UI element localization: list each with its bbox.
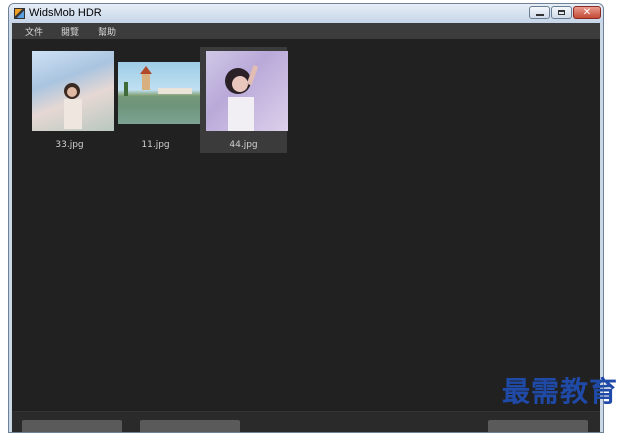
thumbnail-item[interactable]: 33.jpg	[26, 47, 114, 153]
toolbar-button[interactable]	[22, 420, 122, 432]
app-icon	[14, 8, 25, 19]
thumbnail-image	[32, 51, 114, 131]
bottom-toolbar	[12, 411, 600, 432]
toolbar-button[interactable]	[140, 420, 240, 432]
thumbnail-item-selected[interactable]: 44.jpg	[200, 47, 288, 153]
thumbnail-image	[118, 62, 200, 124]
menu-bar: 文件 閱覽 幫助	[12, 23, 600, 39]
title-bar[interactable]: WidsMob HDR ✕	[9, 4, 603, 23]
maximize-icon	[558, 10, 565, 15]
maximize-button[interactable]	[551, 6, 572, 19]
minimize-button[interactable]	[529, 6, 550, 19]
thumbnail-filename: 44.jpg	[229, 140, 258, 150]
thumbnail-image	[206, 51, 288, 131]
thumbnail-filename: 33.jpg	[55, 140, 84, 150]
menu-view[interactable]: 閱覽	[61, 25, 79, 38]
close-button[interactable]: ✕	[573, 6, 601, 19]
watermark-logo: 最需教育	[501, 375, 618, 408]
thumbnail-item[interactable]: 11.jpg	[112, 47, 200, 153]
app-window: WidsMob HDR ✕ 文件 閱覽 幫助 33.jpg 11.jpg 44.…	[8, 3, 604, 433]
menu-help[interactable]: 幫助	[98, 25, 116, 38]
window-title: WidsMob HDR	[29, 7, 102, 19]
menu-file[interactable]: 文件	[25, 25, 43, 38]
thumbnail-filename: 11.jpg	[141, 140, 170, 150]
toolbar-button[interactable]	[488, 420, 588, 432]
minimize-icon	[535, 13, 544, 16]
close-icon: ✕	[582, 6, 592, 18]
